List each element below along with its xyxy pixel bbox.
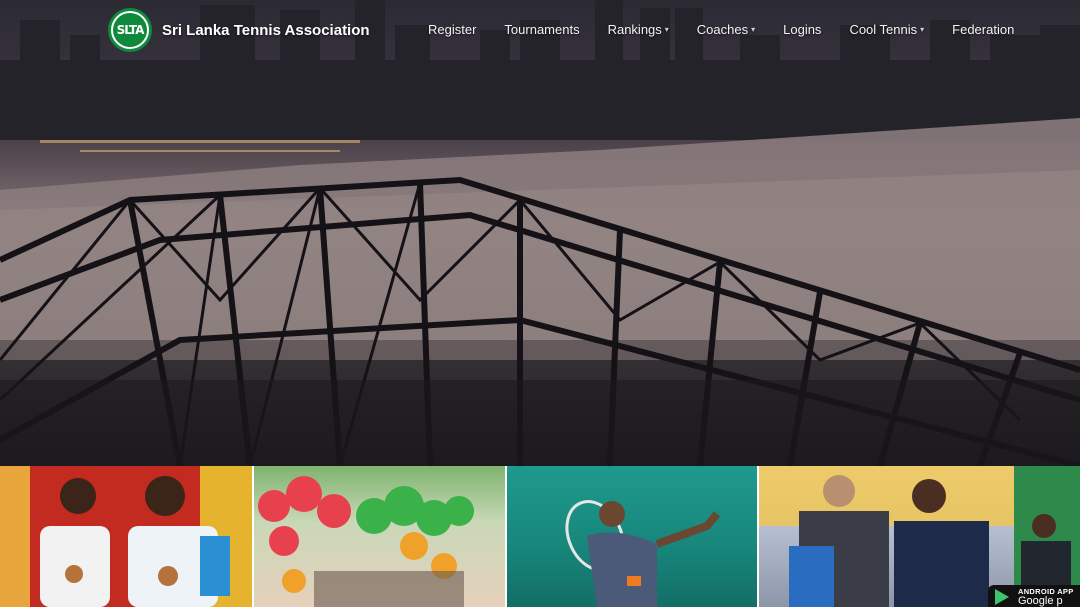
nav-item-label: Federation bbox=[952, 22, 1015, 37]
nav-item-cool-tennis[interactable]: Cool Tennis ▾ bbox=[835, 22, 938, 37]
logo-text: SLTA bbox=[113, 13, 147, 47]
nav-item-tournaments[interactable]: Tournaments bbox=[490, 22, 593, 37]
nav-item-label: Cool Tennis bbox=[849, 22, 918, 37]
chevron-down-icon: ▾ bbox=[751, 25, 756, 34]
award-ceremony-photo[interactable]: ANDROID APP Google p bbox=[759, 466, 1080, 607]
nav-item-label: Register bbox=[428, 22, 477, 37]
nav-item-label: Logins bbox=[783, 22, 822, 37]
balloons-celebration-photo[interactable] bbox=[254, 466, 507, 607]
slta-logo[interactable]: SLTA bbox=[108, 8, 152, 52]
android-app-badge[interactable]: ANDROID APP Google p bbox=[988, 585, 1080, 607]
google-play-icon bbox=[995, 589, 1009, 605]
nav-item-label: Tournaments bbox=[504, 22, 580, 37]
nav-item-federation[interactable]: Federation bbox=[938, 22, 1028, 37]
brand-name[interactable]: Sri Lanka Tennis Association bbox=[162, 22, 370, 39]
tennis-player-photo[interactable] bbox=[507, 466, 759, 607]
balloons-image bbox=[258, 476, 474, 607]
tennis-player-image bbox=[565, 500, 721, 607]
nav-item-logins[interactable]: Logins bbox=[769, 22, 835, 37]
chevron-down-icon: ▾ bbox=[920, 25, 925, 34]
badge-line-2: Google p bbox=[1018, 595, 1063, 607]
nav-item-register[interactable]: Register bbox=[414, 22, 490, 37]
nav-item-label: Coaches bbox=[696, 22, 749, 37]
medal-winners-photo[interactable] bbox=[0, 466, 254, 607]
nav-item-coaches[interactable]: Coaches ▾ bbox=[683, 22, 769, 37]
chevron-down-icon: ▾ bbox=[664, 25, 669, 34]
main-menu: Register Tournaments Rankings ▾ Coaches ▾ … bbox=[414, 22, 1028, 37]
medal-winners-image bbox=[40, 476, 230, 607]
hero-banner bbox=[0, 0, 1080, 466]
top-navigation: SLTA Sri Lanka Tennis Association Regist… bbox=[0, 0, 1080, 62]
photo-gallery: ANDROID APP Google p bbox=[0, 466, 1080, 607]
nav-item-label: Rankings bbox=[607, 22, 662, 37]
nav-item-rankings[interactable]: Rankings ▾ bbox=[594, 22, 683, 37]
hero-bridge-image bbox=[0, 0, 1080, 466]
